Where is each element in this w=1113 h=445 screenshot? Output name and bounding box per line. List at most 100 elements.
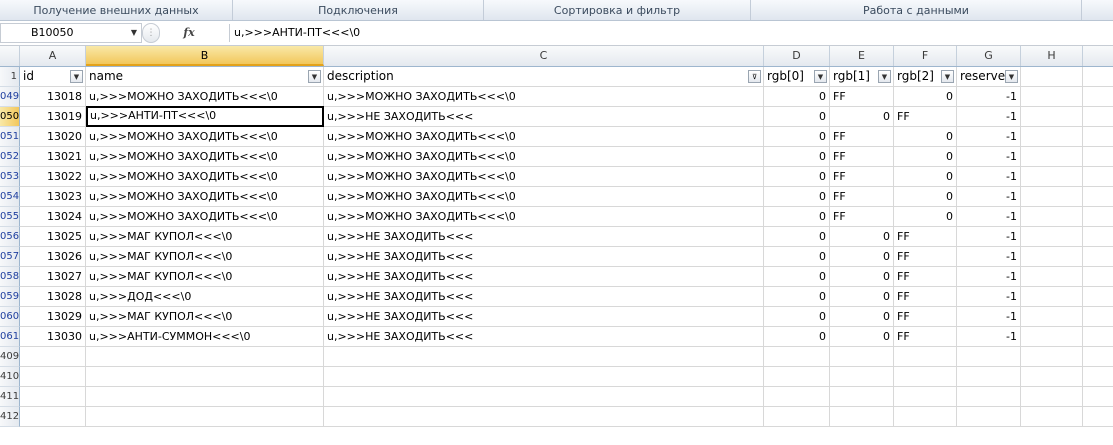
cell-name[interactable]: u,>>>МОЖНО ЗАХОДИТЬ<<<\0: [86, 147, 324, 166]
cell-name[interactable]: u,>>>МОЖНО ЗАХОДИТЬ<<<\0: [86, 167, 324, 186]
cell[interactable]: [957, 407, 1021, 426]
filter-dropdown-icon[interactable]: ▼: [70, 70, 83, 83]
ribbon-group-data-tools[interactable]: Работа с данными: [751, 0, 1082, 20]
cell-rgb1[interactable]: 0: [830, 287, 894, 306]
cell-name[interactable]: u,>>>АНТИ-СУММОН<<<\0: [86, 327, 324, 346]
cell[interactable]: [1021, 227, 1083, 246]
cell-description[interactable]: u,>>>НЕ ЗАХОДИТЬ<<<: [324, 327, 764, 346]
cell-id[interactable]: 13024: [20, 207, 86, 226]
insert-function-icon[interactable]: fx: [174, 23, 204, 43]
cell-description[interactable]: u,>>>НЕ ЗАХОДИТЬ<<<: [324, 307, 764, 326]
row-header[interactable]: 050: [0, 107, 20, 127]
cell[interactable]: [764, 367, 830, 386]
cell-name[interactable]: u,>>>ДОД<<<\0: [86, 287, 324, 306]
cell-reserve[interactable]: -1: [957, 267, 1021, 286]
row-header[interactable]: 412: [0, 407, 20, 427]
cell-rgb2[interactable]: 0: [894, 147, 957, 166]
filter-dropdown-icon[interactable]: ▼: [814, 70, 827, 83]
row-header[interactable]: 056: [0, 227, 20, 247]
row-header[interactable]: 061: [0, 327, 20, 347]
cell[interactable]: [1021, 367, 1083, 386]
cell[interactable]: [20, 407, 86, 426]
filter-dropdown-icon[interactable]: ▼: [878, 70, 891, 83]
ribbon-group-get-external-data[interactable]: Получение внешних данных: [0, 0, 233, 20]
cell-reserve[interactable]: -1: [957, 307, 1021, 326]
cell-rgb0[interactable]: 0: [764, 167, 830, 186]
cell-description[interactable]: u,>>>МОЖНО ЗАХОДИТЬ<<<\0: [324, 87, 764, 106]
row-header[interactable]: 057: [0, 247, 20, 267]
cell[interactable]: [1021, 107, 1083, 126]
filter-active-icon[interactable]: ⊽: [748, 70, 761, 83]
cell[interactable]: [1021, 87, 1083, 106]
cell[interactable]: [1021, 307, 1083, 326]
column-header-c[interactable]: C: [324, 46, 764, 66]
cell-rgb0[interactable]: 0: [764, 207, 830, 226]
cell-id[interactable]: 13021: [20, 147, 86, 166]
cell-name[interactable]: u,>>>МАГ КУПОЛ<<<\0: [86, 267, 324, 286]
cell-name[interactable]: u,>>>МОЖНО ЗАХОДИТЬ<<<\0: [86, 87, 324, 106]
cell-rgb2[interactable]: FF: [894, 307, 957, 326]
cell[interactable]: [1021, 207, 1083, 226]
cell-reserve[interactable]: -1: [957, 327, 1021, 346]
header-cell-reserve[interactable]: reserve ▼: [957, 67, 1021, 86]
cell[interactable]: [894, 367, 957, 386]
header-cell-rgb0[interactable]: rgb[0] ▼: [764, 67, 830, 86]
cell[interactable]: [1021, 187, 1083, 206]
cell-id[interactable]: 13019: [20, 107, 86, 126]
header-cell-name[interactable]: name ▼: [86, 67, 324, 86]
cell[interactable]: [894, 387, 957, 406]
cell[interactable]: [324, 407, 764, 426]
ribbon-group-sort-filter[interactable]: Сортировка и фильтр: [484, 0, 751, 20]
cell-rgb2[interactable]: FF: [894, 107, 957, 126]
row-header[interactable]: 052: [0, 147, 20, 167]
cell-rgb0[interactable]: 0: [764, 187, 830, 206]
row-header[interactable]: 054: [0, 187, 20, 207]
cell[interactable]: [86, 407, 324, 426]
select-all-corner[interactable]: [0, 46, 20, 66]
row-header[interactable]: 055: [0, 207, 20, 227]
cell-rgb1[interactable]: 0: [830, 267, 894, 286]
header-cell-description[interactable]: description ⊽: [324, 67, 764, 86]
cell[interactable]: [20, 367, 86, 386]
cell[interactable]: [1021, 67, 1083, 86]
cell-reserve[interactable]: -1: [957, 147, 1021, 166]
cell-rgb0[interactable]: 0: [764, 127, 830, 146]
cell[interactable]: [957, 367, 1021, 386]
cell-rgb1[interactable]: FF: [830, 187, 894, 206]
cell-reserve[interactable]: -1: [957, 227, 1021, 246]
cell[interactable]: [894, 407, 957, 426]
filter-dropdown-icon[interactable]: ▼: [308, 70, 321, 83]
cell-rgb1[interactable]: 0: [830, 307, 894, 326]
expand-handle-icon[interactable]: ⋮: [142, 23, 160, 43]
cell-reserve[interactable]: -1: [957, 207, 1021, 226]
cell-rgb1[interactable]: FF: [830, 127, 894, 146]
cell-id[interactable]: 13023: [20, 187, 86, 206]
cell-rgb2[interactable]: 0: [894, 187, 957, 206]
cell[interactable]: [86, 387, 324, 406]
cell-id[interactable]: 13022: [20, 167, 86, 186]
cell[interactable]: [764, 407, 830, 426]
cell-rgb1[interactable]: 0: [830, 247, 894, 266]
cell-description[interactable]: u,>>>МОЖНО ЗАХОДИТЬ<<<\0: [324, 127, 764, 146]
cell-description[interactable]: u,>>>НЕ ЗАХОДИТЬ<<<: [324, 247, 764, 266]
cell-rgb0[interactable]: 0: [764, 87, 830, 106]
row-header[interactable]: 410: [0, 367, 20, 387]
cell-rgb0[interactable]: 0: [764, 247, 830, 266]
cell-description[interactable]: u,>>>НЕ ЗАХОДИТЬ<<<: [324, 287, 764, 306]
row-header[interactable]: 049: [0, 87, 20, 107]
cell-rgb0[interactable]: 0: [764, 227, 830, 246]
cell-rgb2[interactable]: FF: [894, 247, 957, 266]
cell-rgb2[interactable]: 0: [894, 207, 957, 226]
cell-rgb0[interactable]: 0: [764, 307, 830, 326]
cell[interactable]: [20, 347, 86, 366]
cell[interactable]: [894, 347, 957, 366]
column-header-g[interactable]: G: [957, 46, 1021, 66]
cell[interactable]: [830, 367, 894, 386]
cell[interactable]: [1021, 347, 1083, 366]
cell-rgb2[interactable]: 0: [894, 127, 957, 146]
column-header-e[interactable]: E: [830, 46, 894, 66]
cell-name[interactable]: u,>>>МОЖНО ЗАХОДИТЬ<<<\0: [86, 127, 324, 146]
cell-id[interactable]: 13028: [20, 287, 86, 306]
cell-reserve[interactable]: -1: [957, 167, 1021, 186]
cell-description[interactable]: u,>>>МОЖНО ЗАХОДИТЬ<<<\0: [324, 147, 764, 166]
